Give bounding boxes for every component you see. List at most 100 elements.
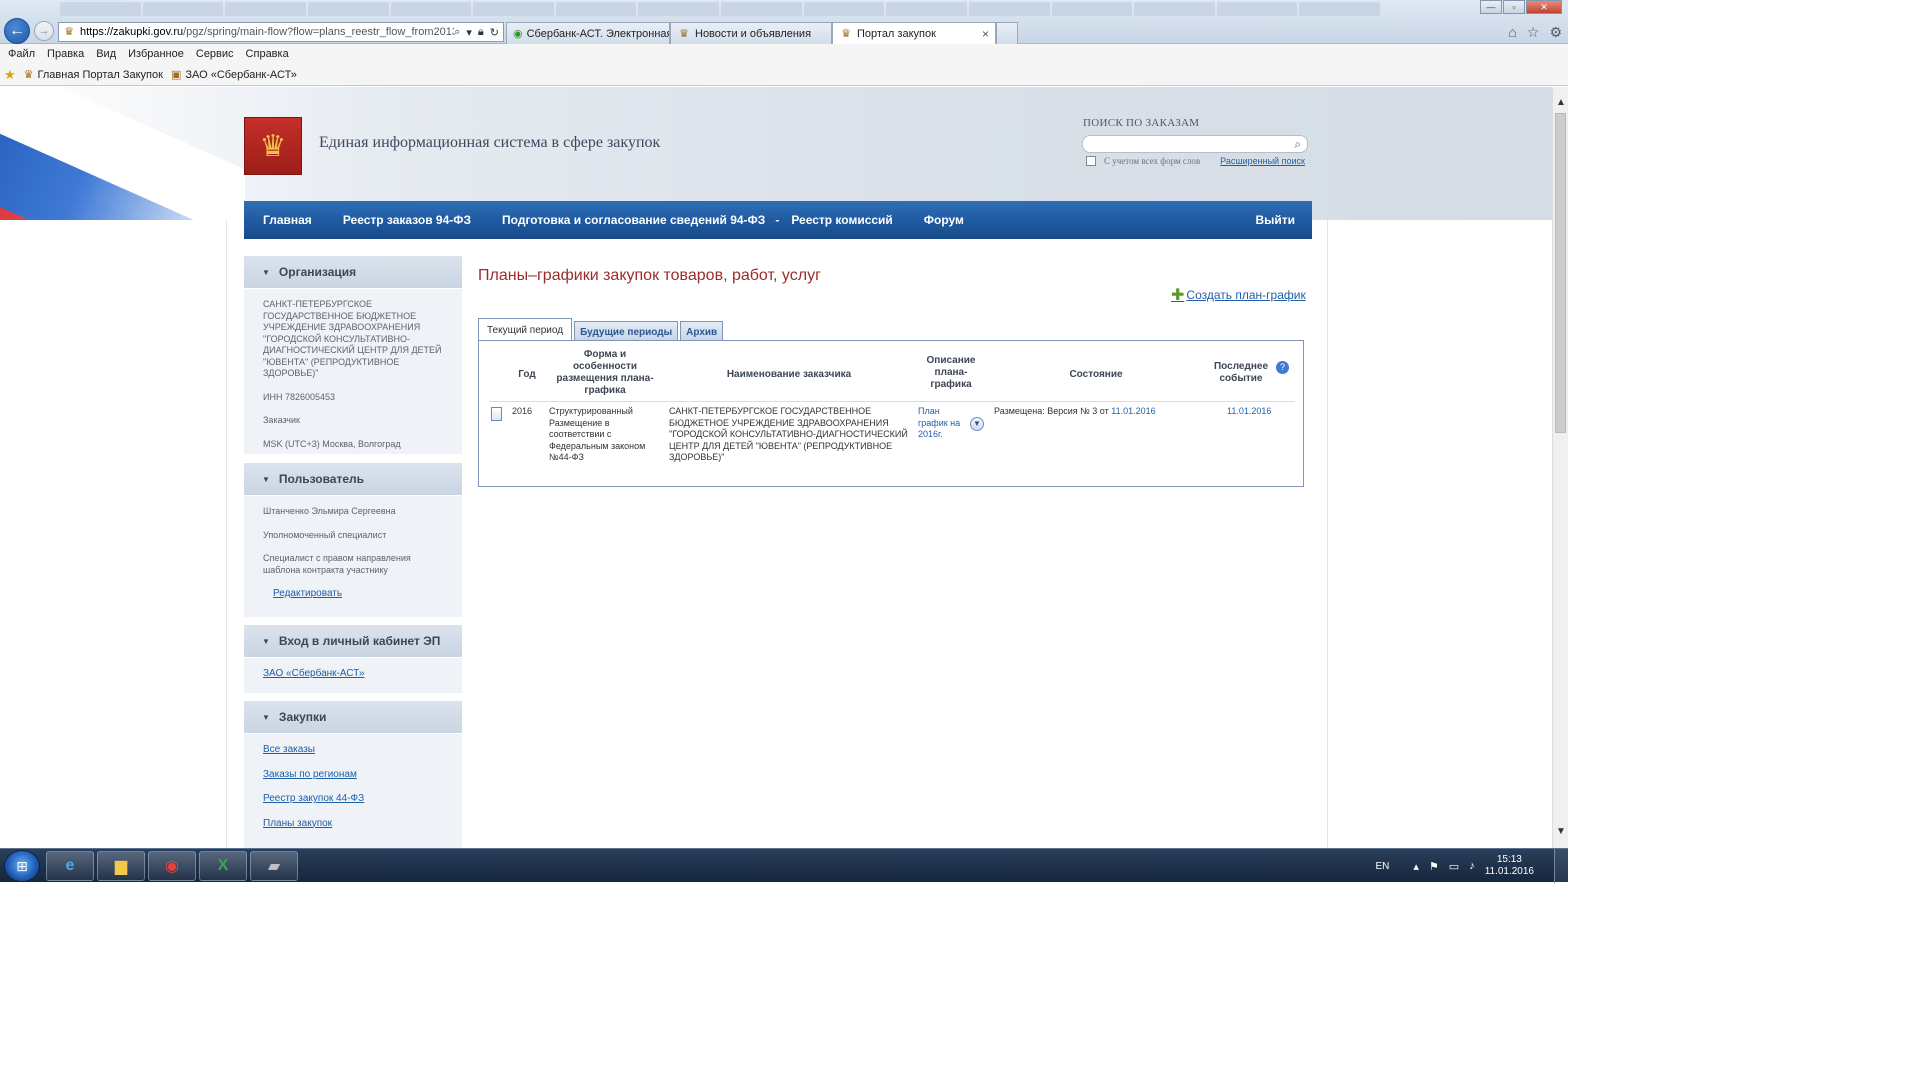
help-icon[interactable]: ? <box>1276 361 1289 374</box>
scroll-up-icon[interactable]: ▲ <box>1553 95 1569 111</box>
volume-icon[interactable]: ♪ <box>1469 860 1475 872</box>
search-icon[interactable]: ⌕ <box>1294 137 1301 152</box>
user-name: Штанченко Эльмира Сергеевна <box>263 506 396 516</box>
network-icon[interactable]: ▭ <box>1449 860 1459 873</box>
nav-preparation[interactable]: Подготовка и согласование сведений 94-ФЗ <box>502 213 765 227</box>
menu-file[interactable]: Файл <box>8 48 35 60</box>
document-icon[interactable] <box>491 407 502 421</box>
search-input[interactable]: ⌕ <box>1082 135 1308 153</box>
menu-favorites[interactable]: Избранное <box>128 48 184 60</box>
maximize-button[interactable]: ▫ <box>1503 0 1525 14</box>
menu-view[interactable]: Вид <box>96 48 116 60</box>
page-margin-left <box>0 220 226 848</box>
language-indicator[interactable]: EN <box>1375 861 1389 872</box>
purchase-plans-link[interactable]: Планы закупок <box>263 818 450 830</box>
taskbar-chrome[interactable]: ◉ <box>148 851 196 881</box>
folder-icon: ▆ <box>114 858 128 875</box>
sidebar-user-header[interactable]: ▼ Пользователь <box>244 463 462 496</box>
home-icon[interactable]: ⌂ <box>1508 24 1516 41</box>
nav-forum[interactable]: Форум <box>924 213 964 227</box>
star-icon[interactable]: ☆ <box>1527 24 1540 41</box>
status-text: Размещена: Версия № 3 от <box>994 406 1112 416</box>
start-button[interactable]: ⊞ <box>4 850 40 882</box>
menu-help[interactable]: Справка <box>246 48 289 60</box>
tab-sberbank[interactable]: ◉ Сбербанк-АСТ. Электронная ... <box>506 22 670 44</box>
favorite-label: Главная Портал Закупок <box>37 68 163 81</box>
nav-home[interactable]: Главная <box>263 213 312 227</box>
close-icon[interactable]: × <box>982 27 989 41</box>
nav-orders-registry[interactable]: Реестр заказов 94-ФЗ <box>343 213 471 227</box>
emblem-icon: ♛ <box>679 28 689 40</box>
all-orders-link[interactable]: Все заказы <box>263 744 450 756</box>
chevron-down-icon[interactable]: ▾ <box>466 26 472 39</box>
plan-description-link[interactable]: План график на 2016г. <box>918 406 968 441</box>
column-header-last-event: Последнее событие <box>1201 361 1281 385</box>
page-title: Планы–графики закупок товаров, работ, ус… <box>478 267 821 284</box>
minimize-button[interactable]: — <box>1480 0 1502 14</box>
header-divider <box>489 401 1295 402</box>
url-path: /pgz/spring/main-flow?flow=plans_reestr_… <box>183 26 455 38</box>
sidebar-purchases: ▼ Закупки Все заказы Заказы по регионам Р… <box>244 701 462 848</box>
clock[interactable]: 15:13 11.01.2016 <box>1485 854 1534 878</box>
edit-user-link[interactable]: Редактировать <box>273 588 450 600</box>
show-desktop-button[interactable] <box>1554 849 1568 883</box>
menu-bar: Файл Правка Вид Избранное Сервис Справка <box>0 44 1568 64</box>
cabinet-links: ЗАО «Сбербанк-АСТ» <box>244 658 462 703</box>
refresh-icon[interactable]: ↻ <box>490 26 499 39</box>
lock-icon[interactable]: 🔒︎ <box>478 26 484 39</box>
orders-by-region-link[interactable]: Заказы по регионам <box>263 769 450 781</box>
scroll-down-icon[interactable]: ▼ <box>1553 824 1569 840</box>
menu-edit[interactable]: Правка <box>47 48 84 60</box>
address-url[interactable]: https://zakupki.gov.ru/pgz/spring/main-f… <box>80 26 454 38</box>
sidebar-organization-header[interactable]: ▼ Организация <box>244 256 462 289</box>
section-title: Пользователь <box>278 472 365 486</box>
forward-button[interactable]: → <box>34 21 54 41</box>
chevron-down-icon[interactable]: ▼ <box>970 417 984 431</box>
row-status: Размещена: Версия № 3 от 11.01.2016 <box>994 406 1204 418</box>
chrome-icon: ◉ <box>165 858 179 875</box>
favorite-item-sberbank[interactable]: ▣ ЗАО «Сбербанк-АСТ» <box>171 68 297 82</box>
column-header-customer: Наименование заказчика <box>726 369 852 380</box>
internet-explorer-icon: e <box>65 857 75 874</box>
search-icon[interactable]: ⌕ <box>454 26 460 39</box>
scroll-thumb[interactable] <box>1555 113 1566 433</box>
menu-tools[interactable]: Сервис <box>196 48 234 60</box>
site-title: Единая информационная система в сфере за… <box>319 134 661 151</box>
create-plan-link[interactable]: ✚ Создать план-график <box>1171 285 1306 305</box>
nav-separator: - <box>775 213 780 227</box>
new-tab-button[interactable] <box>996 22 1018 44</box>
favorite-item-portal[interactable]: ♛ Главная Портал Закупок <box>24 68 163 82</box>
collapse-arrow-icon: ▼ <box>262 712 270 722</box>
vertical-scrollbar[interactable]: ▲ ▼ <box>1552 87 1568 848</box>
chevron-up-icon[interactable]: ▴ <box>1413 860 1419 873</box>
status-date-link[interactable]: 11.01.2016 <box>1111 406 1155 416</box>
tab-portal[interactable]: ♛ Портал закупок × <box>832 22 996 44</box>
logout-button[interactable]: Выйти <box>1255 213 1295 227</box>
taskbar-excel[interactable]: X <box>199 851 247 881</box>
sidebar-cabinet-header[interactable]: ▼ Вход в личный кабинет ЭП <box>244 625 462 658</box>
taskbar-explorer[interactable]: ▆ <box>97 851 145 881</box>
page-margin-right <box>1328 220 1552 848</box>
flag-icon[interactable]: ⚑ <box>1429 860 1439 873</box>
close-window-button[interactable]: ✕ <box>1526 0 1562 14</box>
sberbank-ast-link[interactable]: ЗАО «Сбербанк-АСТ» <box>263 668 450 680</box>
favorites-star-icon[interactable]: ★ <box>4 67 16 83</box>
browser-chrome: — ▫ ✕ ← → ♛ https://zakupki.gov.ru/pgz/s… <box>0 0 1568 44</box>
eagle-icon: ♛ <box>259 129 287 163</box>
registry-44fz-link[interactable]: Реестр закупок 44-ФЗ <box>263 793 450 805</box>
address-bar-icons: ⌕ ▾ 🔒︎ ↻ <box>454 26 503 39</box>
nav-commissions[interactable]: Реестр комиссий <box>791 213 892 227</box>
column-header-description: Описание плана-графика <box>926 355 976 390</box>
gear-icon[interactable]: ⚙ <box>1549 24 1562 41</box>
taskbar-ie[interactable]: e <box>46 851 94 881</box>
taskbar-scanner[interactable]: ▰ <box>250 851 298 881</box>
advanced-search-link[interactable]: Расширенный поиск <box>1220 156 1305 166</box>
coat-of-arms-logo[interactable]: ♛ <box>244 117 302 175</box>
sidebar-purchases-header[interactable]: ▼ Закупки <box>244 701 462 734</box>
all-word-forms-checkbox[interactable] <box>1086 156 1096 166</box>
row-year: 2016 <box>512 406 533 416</box>
last-event-link[interactable]: 11.01.2016 <box>1227 406 1271 418</box>
back-button[interactable]: ← <box>4 18 30 44</box>
address-bar[interactable]: ♛ https://zakupki.gov.ru/pgz/spring/main… <box>58 22 504 42</box>
tab-news[interactable]: ♛ Новости и объявления <box>670 22 832 44</box>
